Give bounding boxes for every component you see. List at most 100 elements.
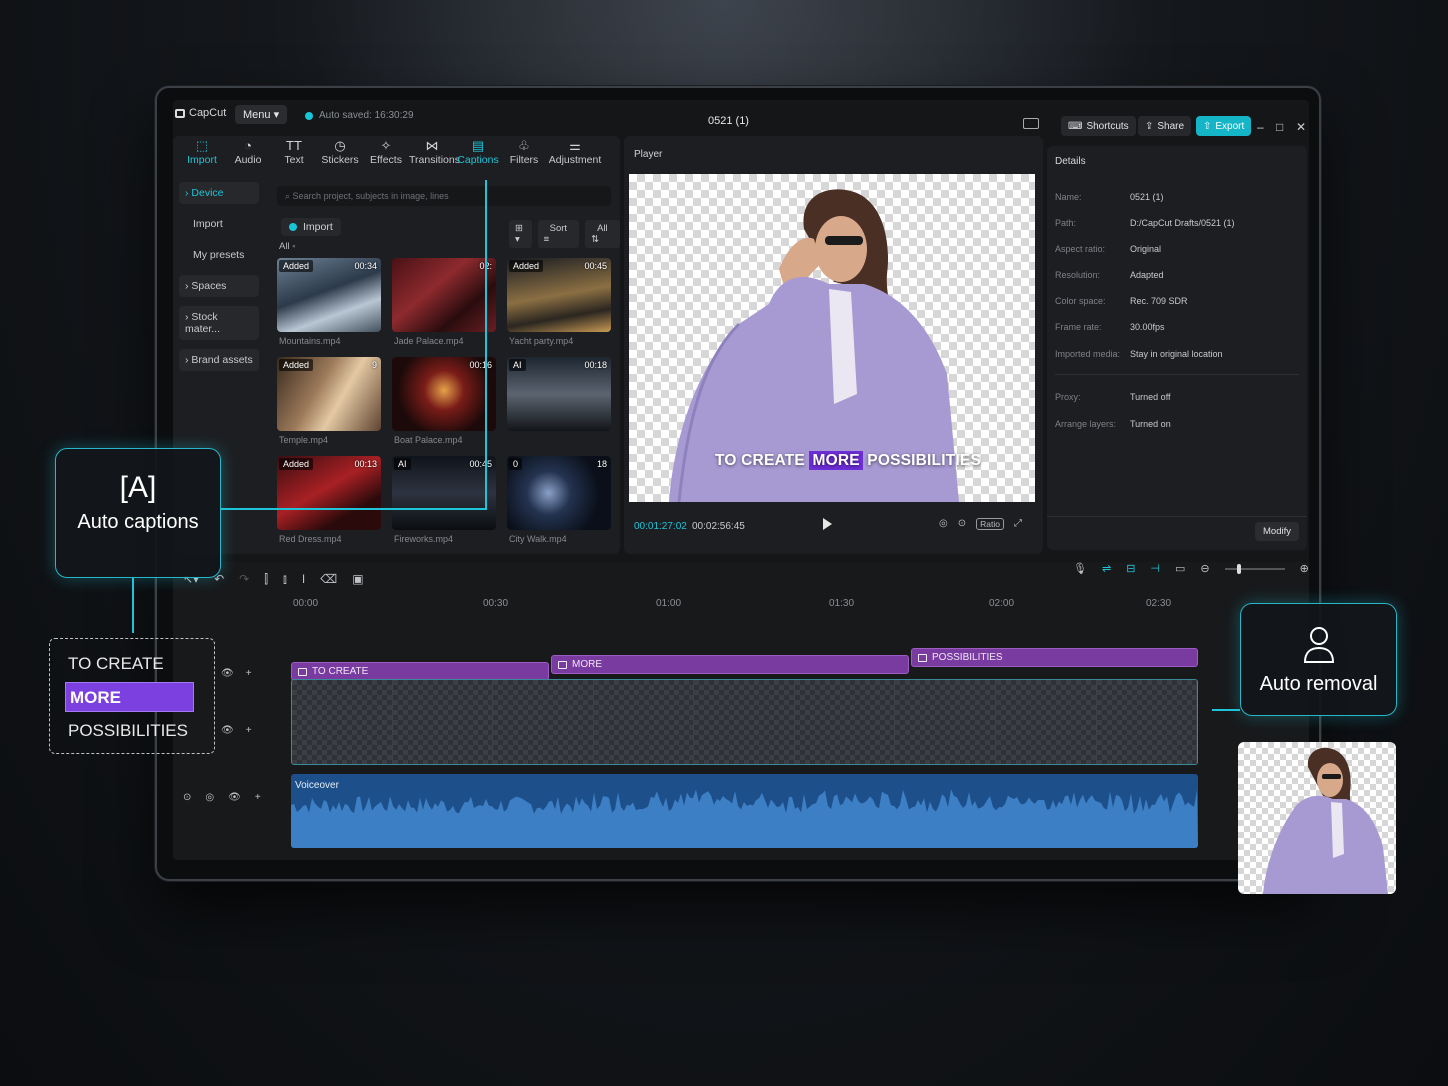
minimize-icon[interactable]: – [1257, 120, 1264, 134]
split-icon[interactable]: ⫿ [264, 572, 268, 587]
app-window: CapCut Menu ▾ Auto saved: 16:30:29 0521 … [173, 100, 1309, 860]
add-icon[interactable]: + [255, 792, 261, 803]
video-frame [392, 680, 494, 764]
media-item[interactable]: Added 9 Temple.mp4 [277, 357, 381, 456]
grid-view-icon[interactable]: ⊞ ▾ [509, 220, 532, 248]
export-icon: ⇧ [1203, 120, 1212, 132]
video-frame [794, 680, 896, 764]
sort-button[interactable]: Sort ≡ [537, 220, 580, 248]
caption-track-icon[interactable]: ▭ [1175, 562, 1185, 575]
preview-axis-icon[interactable]: ⊣ [1150, 562, 1160, 575]
auto-removal-label: Auto removal [1259, 673, 1378, 695]
voiceover-track[interactable]: Voiceover [291, 774, 1198, 848]
filters-icon: ♧ [518, 138, 530, 153]
eye-icon[interactable]: 👁︎ [221, 668, 234, 679]
filter-all-button[interactable]: All ⇅ [585, 220, 620, 248]
close-icon[interactable]: ✕ [1296, 120, 1306, 134]
import-label: Import [303, 221, 333, 233]
audio-track-head: ⊙ ◎ 👁︎ + [183, 792, 261, 803]
caption-clip[interactable]: MORE [551, 655, 909, 674]
snap-icon[interactable]: ⇌ [1102, 562, 1111, 575]
nav-device[interactable]: › Device [179, 182, 259, 204]
redo-icon[interactable]: ↷ [239, 572, 249, 587]
maximize-icon[interactable]: □ [1276, 120, 1283, 134]
media-item[interactable]: 0 18 City Walk.mp4 [507, 456, 611, 555]
detail-key: Color space: [1055, 296, 1106, 306]
keyboard-icon: ⌨ [1068, 120, 1083, 132]
zoom-out-icon[interactable]: ⊖ [1200, 562, 1209, 575]
import-row: Import [281, 218, 341, 236]
caption-track-head: 👁︎ + [221, 668, 252, 679]
freeze-icon[interactable]: ▣ [352, 572, 363, 587]
tab-effects[interactable]: ✧ Effects [363, 136, 409, 172]
detail-key: Frame rate: [1055, 322, 1102, 332]
nav-brand-assets[interactable]: › Brand assets [179, 349, 259, 371]
play-icon[interactable] [823, 518, 832, 530]
player-canvas[interactable]: TO CREATE MORE POSSIBILITIES [629, 174, 1035, 502]
delete-icon[interactable]: ⌫ [320, 572, 337, 587]
media-item[interactable]: AI 00:45 Fireworks.mp4 [392, 456, 496, 555]
duration-label: 00:45 [469, 459, 492, 469]
tab-transitions[interactable]: ⋈ Transitions [409, 136, 460, 172]
modify-button[interactable]: Modify [1255, 522, 1299, 541]
media-item[interactable]: Added 00:45 Yacht party.mp4 [507, 258, 611, 357]
split-left-icon[interactable]: ⫾ [283, 572, 287, 587]
caption-clip[interactable]: POSSIBILITIES [911, 648, 1198, 667]
media-item[interactable]: 02: Jade Palace.mp4 [392, 258, 496, 357]
tab-captions[interactable]: ▤ Captions [455, 136, 501, 172]
add-icon[interactable]: + [246, 725, 252, 736]
camera-icon[interactable]: ⊙ [958, 518, 966, 530]
autosave-dot-icon [305, 111, 313, 120]
tab-import[interactable]: ⬚ Import [179, 136, 225, 172]
tab-audio[interactable]: ◔ Audio [225, 136, 271, 172]
add-icon[interactable]: + [246, 668, 252, 679]
media-item[interactable]: 00:16 Boat Palace.mp4 [392, 357, 496, 456]
tab-label: Audio [234, 154, 262, 166]
fullscreen-icon[interactable]: ⤢ [1014, 518, 1022, 530]
layout-icon[interactable] [1023, 118, 1039, 129]
tab-text[interactable]: TT Text [271, 136, 317, 172]
media-item[interactable]: Added 00:13 Red Dress.mp4 [277, 456, 381, 555]
zoom-in-icon[interactable]: ⊕ [1300, 562, 1309, 575]
media-thumbnail: 0 18 [507, 456, 611, 530]
duration-label: 00:34 [354, 261, 377, 271]
video-frame [694, 680, 795, 764]
eye-icon[interactable]: 👁︎ [228, 792, 241, 803]
nav-import[interactable]: Import [179, 213, 259, 235]
tab-stickers[interactable]: ◷ Stickers [317, 136, 363, 172]
import-button[interactable]: Import [281, 218, 341, 236]
duration-label: 18 [596, 459, 607, 469]
media-item[interactable]: Added 00:34 Mountains.mp4 [277, 258, 381, 357]
share-button[interactable]: ⇪ Share [1138, 116, 1192, 136]
capcut-logo-icon [175, 108, 185, 118]
microphone-icon[interactable]: 🎙︎ [1073, 562, 1087, 575]
tab-label: Adjustment [548, 154, 602, 166]
audio-waveform [291, 789, 1198, 848]
menu-button[interactable]: Menu ▾ [235, 105, 288, 124]
cover-icon[interactable]: ⊙ [183, 792, 191, 803]
zoom-slider[interactable] [1224, 563, 1285, 574]
mute-icon[interactable]: ◎ [205, 792, 214, 803]
tab-adjustment[interactable]: ⚌ Adjustment [547, 136, 603, 172]
media-item[interactable]: AI 00:18 [507, 357, 611, 456]
link-icon[interactable]: ⊟ [1126, 562, 1135, 575]
fit-icon[interactable]: ◎ [939, 518, 948, 530]
nav-stock[interactable]: › Stock mater... [179, 306, 259, 340]
export-button[interactable]: ⇧ Export [1196, 116, 1252, 136]
split-right-icon[interactable]: I [302, 572, 305, 587]
video-track[interactable] [291, 679, 1198, 765]
nav-spaces[interactable]: › Spaces [179, 275, 259, 297]
caption-clip-icon [558, 660, 567, 669]
search-placeholder: Search project, subjects in image, lines [292, 191, 449, 201]
eye-icon[interactable]: 👁︎ [221, 725, 234, 736]
shortcuts-button[interactable]: ⌨ Shortcuts [1061, 116, 1136, 136]
tab-filters[interactable]: ♧ Filters [501, 136, 547, 172]
ratio-button[interactable]: Ratio [976, 518, 1004, 530]
detail-row: Imported media: Stay in original location [1055, 349, 1223, 359]
zoom-slider-knob[interactable] [1236, 563, 1241, 574]
share-label: Share [1157, 120, 1185, 132]
autosave-text: Auto saved: 16:30:29 [319, 110, 414, 121]
nav-presets[interactable]: My presets [179, 244, 259, 266]
caption-list-box: TO CREATE MORE POSSIBILITIES [49, 638, 215, 754]
search-input[interactable]: ⌕ Search project, subjects in image, lin… [277, 186, 611, 206]
